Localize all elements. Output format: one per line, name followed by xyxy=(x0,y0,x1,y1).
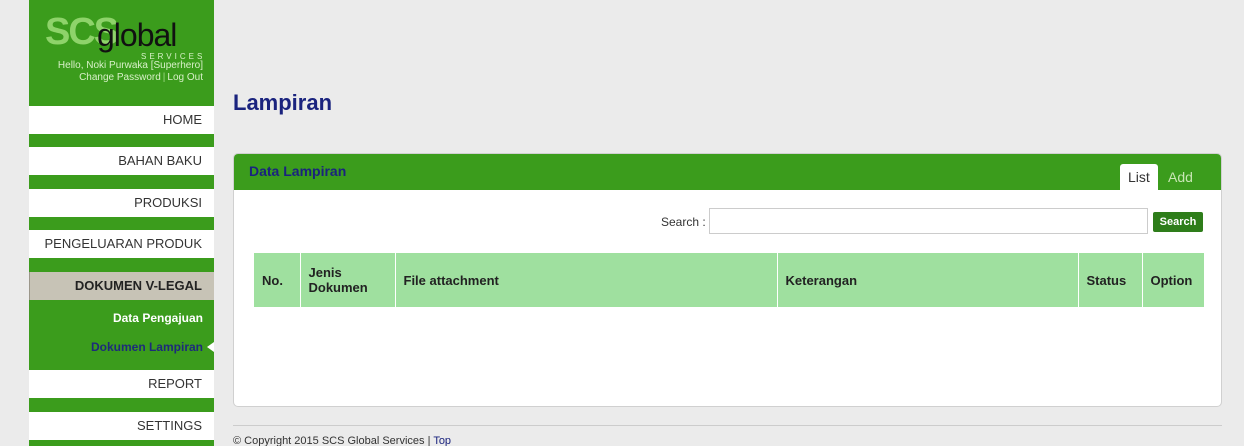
active-indicator-icon xyxy=(207,342,214,352)
col-header-no[interactable]: No. xyxy=(254,253,301,307)
submenu-data-pengajuan[interactable]: Data Pengajuan xyxy=(29,310,203,326)
menu-produksi[interactable]: PRODUKSI xyxy=(29,189,214,217)
menu-home[interactable]: HOME xyxy=(29,106,214,134)
tab-add[interactable]: Add xyxy=(1160,164,1201,190)
sidebar: SCS global SERVICES Hello, Noki Purwaka … xyxy=(29,0,214,446)
menu-bahan-baku[interactable]: BAHAN BAKU xyxy=(29,147,214,175)
tab-list[interactable]: List xyxy=(1120,164,1158,190)
logo-global-text: global xyxy=(97,17,177,53)
submenu-dokumen-lampiran[interactable]: Dokumen Lampiran xyxy=(29,339,203,355)
account-links: Change Password | Log Out xyxy=(29,72,203,84)
col-header-file-attachment[interactable]: File attachment xyxy=(395,253,778,307)
search-input[interactable] xyxy=(709,208,1148,234)
change-password-link[interactable]: Change Password xyxy=(79,72,161,83)
menu-report[interactable]: REPORT xyxy=(29,370,214,398)
col-header-option[interactable]: Option xyxy=(1142,253,1204,307)
footer: © Copyright 2015 SCS Global Services | T… xyxy=(233,435,451,446)
data-panel: Data Lampiran List Add Search : Search N… xyxy=(233,153,1222,407)
page-title: Lampiran xyxy=(233,90,333,115)
search-button[interactable]: Search xyxy=(1153,212,1203,232)
lampiran-table: No. Jenis Dokumen File attachment Ketera… xyxy=(254,253,1204,307)
footer-top-link[interactable]: Top xyxy=(433,435,451,446)
panel-header: Data Lampiran List Add xyxy=(234,154,1221,190)
col-header-status[interactable]: Status xyxy=(1078,253,1143,307)
log-out-link[interactable]: Log Out xyxy=(167,72,203,83)
footer-divider xyxy=(233,425,1222,426)
table-header-row: No. Jenis Dokumen File attachment Ketera… xyxy=(254,253,1204,307)
user-greeting: Hello, Noki Purwaka [Superhero] xyxy=(57,60,203,71)
col-header-jenis-dokumen[interactable]: Jenis Dokumen xyxy=(300,253,396,307)
menu-pengeluaran-produk[interactable]: PENGELUARAN PRODUK xyxy=(29,230,214,258)
panel-title: Data Lampiran xyxy=(249,163,347,179)
col-header-keterangan[interactable]: Keterangan xyxy=(777,253,1079,307)
menu-dokumen-v-legal[interactable]: DOKUMEN V-LEGAL xyxy=(29,272,214,300)
footer-copyright: © Copyright 2015 SCS Global Services | xyxy=(233,435,431,446)
search-label: Search : xyxy=(661,215,706,229)
menu-settings[interactable]: SETTINGS xyxy=(29,412,214,440)
